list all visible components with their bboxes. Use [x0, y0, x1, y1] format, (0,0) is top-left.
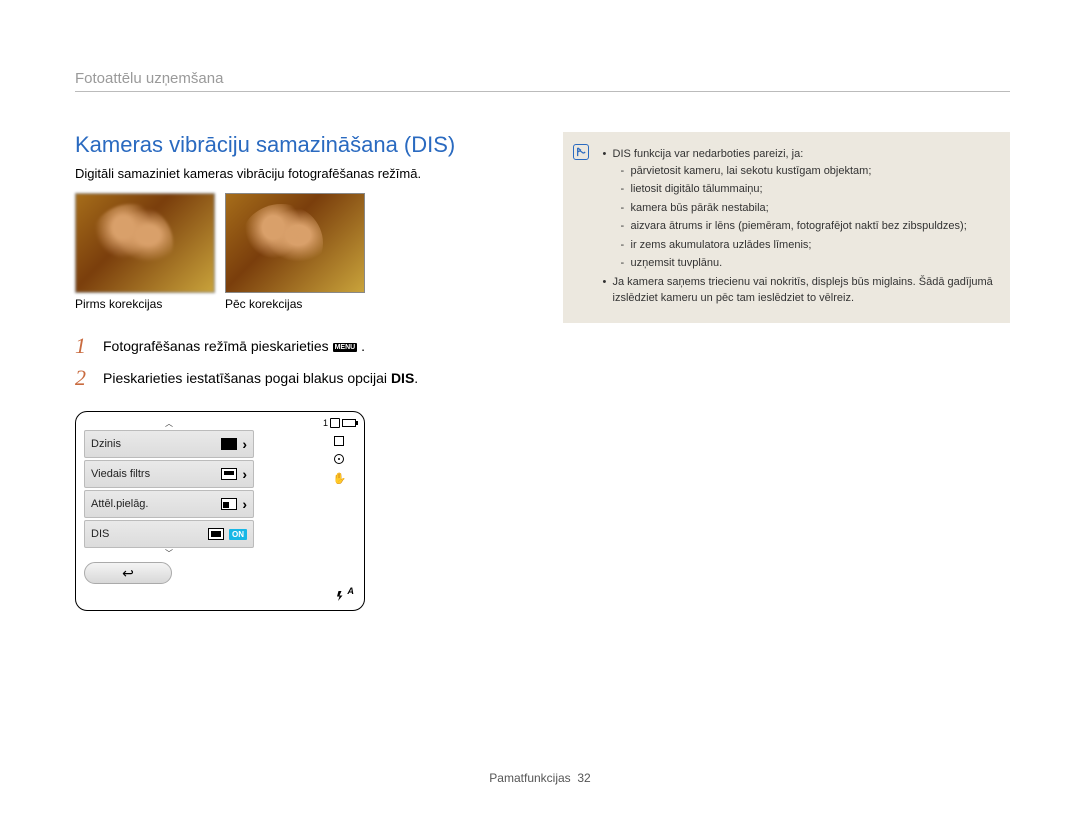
note-icon	[573, 144, 589, 160]
frame-icon	[334, 436, 344, 446]
camera-screenshot: ︿ Dzinis › Viedais filtrs ›	[75, 411, 365, 611]
filter-icon	[221, 468, 237, 480]
camera-status-icons: 1 ✋	[323, 418, 356, 485]
right-column: DIS funkcija var nedarboties pareizi, ja…	[563, 132, 1011, 611]
note-item: aizvara ātrums ir lēns (piemēram, fotogr…	[621, 218, 999, 235]
step-2: 2 Pieskarieties iestatīšanas pogai blaku…	[75, 367, 523, 389]
chevron-right-icon: ›	[242, 436, 247, 452]
on-badge: ON	[229, 529, 247, 540]
note-item: uzņemsit tuvplānu.	[621, 255, 999, 272]
note-sublist: pārvietosit kameru, lai sekotu kustīgam …	[621, 163, 999, 272]
footer-page: 32	[577, 771, 590, 785]
breadcrumb: Fotoattēlu uzņemšana	[75, 70, 1010, 92]
note-item: pārvietosit kameru, lai sekotu kustīgam …	[621, 163, 999, 180]
scroll-down-icon[interactable]: ﹀	[84, 550, 254, 558]
step-1-text-b: .	[361, 338, 365, 354]
step-1: 1 Fotografēšanas režīmā pieskarieties ME…	[75, 335, 523, 357]
left-column: Kameras vibrāciju samazināšana (DIS) Dig…	[75, 132, 523, 611]
photo-before	[75, 193, 215, 293]
step-1-number: 1	[75, 335, 93, 357]
step-2-text-b: .	[414, 370, 418, 386]
note-box: DIS funkcija var nedarboties pareizi, ja…	[563, 132, 1011, 323]
page-title: Kameras vibrāciju samazināšana (DIS)	[75, 132, 523, 158]
step-2-text: Pieskarieties iestatīšanas pogai blakus …	[103, 370, 418, 386]
caption-before: Pirms korekcijas	[75, 297, 215, 311]
dis-icon	[208, 528, 224, 540]
step-1-text: Fotografēšanas režīmā pieskarieties MENU…	[103, 338, 365, 354]
caption-after: Pēc korekcijas	[225, 297, 365, 311]
steps-list: 1 Fotografēšanas režīmā pieskarieties ME…	[75, 335, 523, 389]
flash-auto-icon: A	[335, 586, 354, 602]
camera-row-dis[interactable]: DIS ON	[84, 520, 254, 548]
note-item: kamera būs pārāk nestabila;	[621, 200, 999, 217]
note-item: lietosit digitālo tālummaiņu;	[621, 181, 999, 198]
back-button[interactable]: ↩	[84, 562, 172, 584]
drive-icon	[221, 438, 237, 450]
subtitle: Digitāli samaziniet kameras vibrāciju fo…	[75, 166, 523, 181]
camera-menu-list: ︿ Dzinis › Viedais filtrs ›	[84, 420, 254, 558]
camera-row-drive[interactable]: Dzinis ›	[84, 430, 254, 458]
scroll-up-icon[interactable]: ︿	[84, 420, 254, 428]
note-intro-text: DIS funkcija var nedarboties pareizi, ja…	[613, 148, 804, 160]
note-item: ir zems akumulatora uzlādes līmenis;	[621, 237, 999, 254]
camera-row-dis-label: DIS	[91, 528, 109, 540]
camera-row-adjust-label: Attēl.pielāg.	[91, 498, 148, 510]
flash-auto-label: A	[347, 586, 354, 596]
adjust-icon	[221, 498, 237, 510]
back-arrow-icon: ↩	[122, 565, 134, 582]
note-extra: Ja kamera saņems triecienu vai nokritīs,…	[603, 274, 999, 307]
step-2-text-a: Pieskarieties iestatīšanas pogai blakus …	[103, 370, 391, 386]
camera-row-adjust[interactable]: Attēl.pielāg. ›	[84, 490, 254, 518]
content-columns: Kameras vibrāciju samazināšana (DIS) Dig…	[75, 132, 1010, 611]
note-intro: DIS funkcija var nedarboties pareizi, ja…	[603, 146, 999, 272]
caption-row: Pirms korekcijas Pēc korekcijas	[75, 297, 523, 311]
face-detect-icon	[334, 454, 344, 464]
page-footer: Pamatfunkcijas 32	[0, 771, 1080, 785]
camera-row-filter[interactable]: Viedais filtrs ›	[84, 460, 254, 488]
chevron-right-icon: ›	[242, 496, 247, 512]
footer-label: Pamatfunkcijas	[489, 771, 570, 785]
hand-icon: ✋	[333, 472, 347, 485]
sd-card-icon	[330, 418, 340, 428]
step-2-bold: DIS	[391, 370, 414, 386]
step-1-text-a: Fotografēšanas režīmā pieskarieties	[103, 338, 333, 354]
camera-row-filter-label: Viedais filtrs	[91, 468, 150, 480]
shot-counter: 1	[323, 418, 328, 428]
chevron-right-icon: ›	[242, 466, 247, 482]
photo-after	[225, 193, 365, 293]
camera-row-drive-label: Dzinis	[91, 438, 121, 450]
counter-battery-row: 1	[323, 418, 356, 428]
example-photo-row	[75, 193, 523, 293]
step-2-number: 2	[75, 367, 93, 389]
manual-page: Fotoattēlu uzņemšana Kameras vibrāciju s…	[0, 0, 1080, 611]
battery-icon	[342, 419, 356, 427]
menu-icon: MENU	[333, 343, 358, 352]
